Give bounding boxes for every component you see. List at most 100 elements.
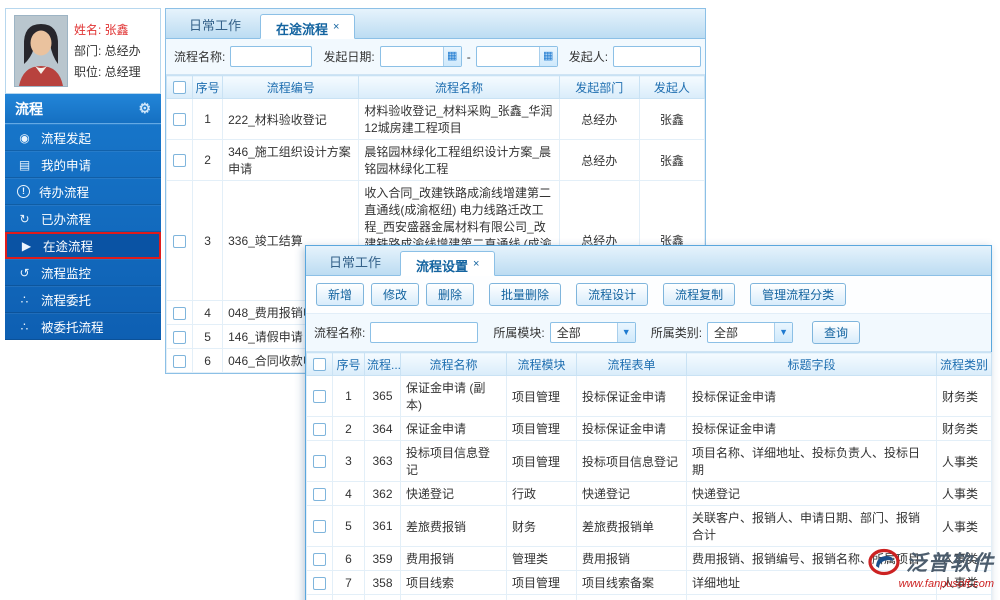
row-checkbox[interactable]	[313, 520, 326, 534]
profile-dept: 部门: 总经办	[74, 43, 141, 58]
edit-button[interactable]: 修改	[371, 283, 420, 306]
row-checkbox[interactable]	[173, 113, 187, 127]
initiator-label: 发起人:	[568, 50, 609, 64]
cell-id: 359	[364, 546, 401, 571]
row-checkbox[interactable]	[313, 552, 326, 566]
row-checkbox[interactable]	[173, 306, 187, 320]
cell-no: 4	[332, 481, 365, 506]
table-row: 1 222_材料验收登记 材料验收登记_材料采购_张鑫_华润12城房建工程项目 …	[165, 98, 706, 140]
select-all-checkbox[interactable]	[313, 358, 326, 372]
sidebar-item-process-initiate[interactable]: ◉ 流程发起	[5, 124, 161, 151]
cell-no: 5	[192, 324, 224, 349]
query-button[interactable]: 查询	[812, 321, 861, 344]
sidebar-item-label: 流程委托	[41, 294, 92, 308]
row-checkbox[interactable]	[313, 422, 326, 436]
sidebar-item-label: 流程监控	[41, 267, 92, 281]
cell-form: 投标保证金申请	[576, 375, 687, 417]
row-checkbox[interactable]	[313, 455, 326, 469]
sidebar-header: 流程 ⚙	[5, 94, 161, 124]
calendar-icon[interactable]: ▦	[442, 47, 461, 66]
col-form[interactable]: 流程表单	[576, 352, 687, 376]
col-initiator[interactable]: 发起人	[638, 75, 706, 99]
select-all-checkbox[interactable]	[173, 81, 187, 95]
manage-category-button[interactable]: 管理流程分类	[750, 283, 847, 306]
col-category[interactable]: 流程类别	[936, 352, 992, 376]
cell-title-field: 项目名称、详细地址、投标负责人、投标日期	[686, 440, 937, 482]
sidebar-item-delegated-process[interactable]: ∴ 被委托流程	[5, 313, 161, 340]
tab-process-settings[interactable]: 流程设置 ×	[400, 251, 496, 276]
front-toolbar: 新增 修改 删除 批量删除 流程设计 流程复制 管理流程分类	[306, 276, 991, 314]
initiator-input[interactable]	[613, 46, 702, 67]
col-module[interactable]: 流程模块	[506, 352, 577, 376]
tab-daily-work[interactable]: 日常工作	[174, 13, 256, 38]
close-icon[interactable]: ×	[473, 258, 479, 270]
cell-form: 差旅费报销单	[576, 505, 687, 547]
start-date-from-input[interactable]	[380, 48, 443, 65]
tab-intransit-process[interactable]: 在途流程 ×	[260, 14, 356, 39]
profile-info: 姓名: 张鑫 部门: 总经办 职位: 总经理	[74, 20, 141, 83]
category-label: 所属类别:	[650, 326, 703, 340]
sidebar-item-pending-process[interactable]: ! 待办流程	[5, 178, 161, 205]
delete-button[interactable]: 删除	[426, 283, 475, 306]
cell-module: 项目管理	[506, 440, 577, 482]
vendor-logo-icon	[868, 548, 900, 576]
sidebar-item-my-applications[interactable]: ▤ 我的申请	[5, 151, 161, 178]
cell-id: 361	[364, 505, 401, 547]
screen: 姓名: 张鑫 部门: 总经办 职位: 总经理 流程 ⚙ ◉ 流程发起 ▤ 我的申…	[0, 0, 1000, 600]
row-checkbox[interactable]	[173, 154, 187, 168]
cell-no: 2	[332, 416, 365, 441]
cell-form: 费用报销	[576, 546, 687, 571]
col-title-field[interactable]: 标题字段	[686, 352, 937, 376]
start-date-to-input[interactable]	[476, 48, 539, 65]
cell-form: 投标保证金申请	[576, 416, 687, 441]
module-select[interactable]: 全部 ▼	[549, 322, 636, 343]
row-checkbox[interactable]	[173, 234, 187, 248]
sidebar-item-label: 在途流程	[43, 240, 94, 254]
row-checkbox[interactable]	[173, 330, 187, 344]
cell-title-field: 关联客户、报销人、申请日期、部门、报销合计	[686, 505, 937, 547]
row-checkbox[interactable]	[313, 390, 326, 404]
row-checkbox[interactable]	[313, 487, 326, 501]
gear-icon[interactable]: ⚙	[138, 100, 151, 117]
cell-no: 7	[332, 570, 365, 595]
cell-code: 346_施工组织设计方案申请	[222, 139, 360, 181]
table-row: 2 346_施工组织设计方案申请 晨铭园林绿化工程组织设计方案_晨铭园林绿化工程…	[165, 139, 706, 181]
sidebar-item-done-process[interactable]: ↻ 已办流程	[5, 205, 161, 232]
col-code[interactable]: 流程编号	[222, 75, 360, 99]
module-label: 所属模块:	[493, 326, 545, 340]
front-filterbar: 流程名称: 所属模块: 全部 ▼ 所属类别: 全部 ▼ 查询	[306, 314, 991, 352]
sidebar-item-process-delegate[interactable]: ∴ 流程委托	[5, 286, 161, 313]
batch-delete-button[interactable]: 批量删除	[489, 283, 562, 306]
row-checkbox[interactable]	[313, 576, 326, 590]
start-date-to: ▦	[475, 46, 558, 67]
start-date-label: 发起日期:	[323, 50, 375, 64]
calendar-icon[interactable]: ▦	[538, 47, 557, 66]
cell-module: 项目管理	[506, 570, 577, 595]
close-icon[interactable]: ×	[333, 21, 339, 33]
cell-title-field: 快递登记	[686, 481, 937, 506]
add-button[interactable]: 新增	[316, 283, 365, 306]
cell-name: 费用报销	[400, 546, 507, 571]
sidebar-item-label: 待办流程	[39, 186, 90, 200]
profile-photo	[14, 15, 68, 87]
col-dept[interactable]: 发起部门	[558, 75, 640, 99]
sync-icon: ↺	[19, 265, 30, 280]
category-select[interactable]: 全部 ▼	[707, 322, 794, 343]
sidebar-item-label: 已办流程	[41, 213, 92, 227]
col-id[interactable]: 流程...	[364, 352, 401, 376]
process-name-input[interactable]	[230, 46, 313, 67]
table-header-row: 序号 流程... 流程名称 流程模块 流程表单 标题字段 流程类别	[306, 352, 992, 376]
tab-label: 流程设置	[416, 259, 469, 274]
tab-label: 日常工作	[329, 255, 382, 270]
col-name[interactable]: 流程名称	[358, 75, 560, 99]
exclamation-icon: !	[17, 185, 30, 198]
sidebar-item-intransit-process[interactable]: ▶ 在途流程	[5, 232, 161, 259]
col-name[interactable]: 流程名称	[400, 352, 507, 376]
sidebar-item-process-monitor[interactable]: ↺ 流程监控	[5, 259, 161, 286]
tab-daily-work[interactable]: 日常工作	[314, 250, 396, 275]
cell-name: 投标项目信息登记	[400, 440, 507, 482]
process-copy-button[interactable]: 流程复制	[663, 283, 736, 306]
process-name-input[interactable]	[370, 322, 479, 343]
process-design-button[interactable]: 流程设计	[576, 283, 649, 306]
row-checkbox[interactable]	[173, 354, 187, 368]
